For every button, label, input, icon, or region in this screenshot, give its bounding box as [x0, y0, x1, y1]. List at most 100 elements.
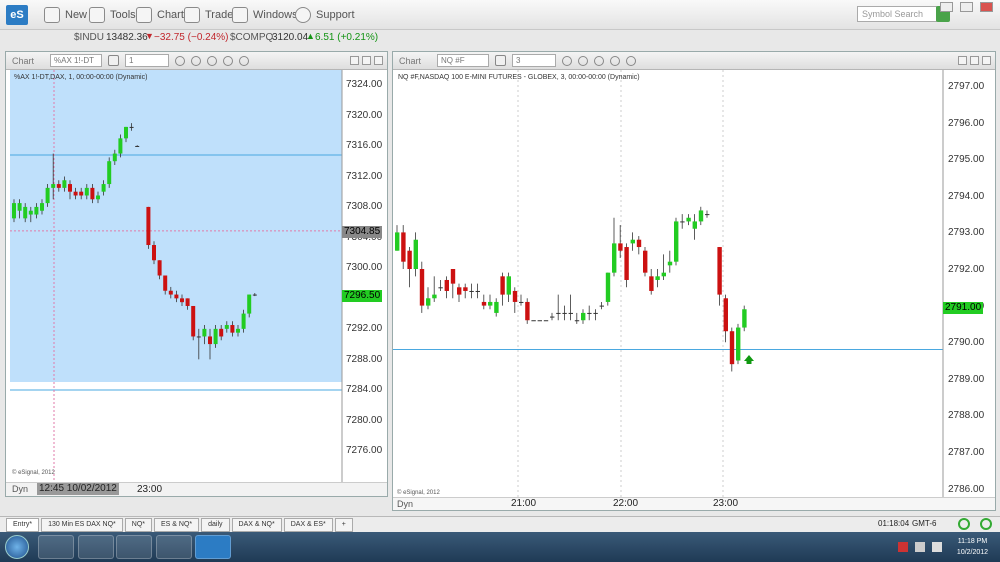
indu-last: 13482.36: [106, 32, 148, 43]
price-axis-label: 2793.00: [948, 227, 985, 239]
candle-body: [444, 279, 449, 291]
minimize-button[interactable]: [940, 2, 953, 12]
candle-body: [661, 272, 666, 277]
candle-body: [494, 301, 499, 313]
candle-body: [395, 232, 400, 251]
tray-icon[interactable]: [898, 542, 908, 552]
price-chart-nq[interactable]: [393, 70, 995, 510]
tab-130min[interactable]: 130 Min ES DAX NQ*: [41, 517, 123, 532]
tab-nq[interactable]: NQ*: [124, 517, 152, 532]
time-label-2200: 22:00: [613, 498, 639, 509]
cursor-icon[interactable]: [610, 55, 621, 66]
windows-button[interactable]: Windows: [232, 6, 298, 24]
candle-body: [146, 206, 151, 246]
price-axis-label: 7280.00: [346, 414, 383, 426]
chart-window-buttons: [350, 56, 383, 65]
candle-body: [680, 221, 685, 223]
link-icon[interactable]: [108, 55, 120, 66]
start-button[interactable]: [5, 535, 29, 559]
price-axis-label: 2786.00: [948, 483, 985, 495]
clock-icon[interactable]: [594, 55, 605, 66]
candle-body: [612, 243, 617, 273]
candle-body: [674, 221, 679, 262]
clock-icon[interactable]: [207, 55, 218, 66]
candle-body: [531, 320, 536, 322]
symbol-field[interactable]: NQ #F: [437, 54, 490, 67]
candle-body: [202, 328, 207, 337]
dyn-label[interactable]: Dyn: [12, 484, 28, 494]
candle-body: [717, 247, 722, 295]
trade-button[interactable]: Trade: [184, 6, 233, 24]
time-label-2100: 21:00: [511, 498, 537, 509]
minus-circle-icon[interactable]: [578, 55, 589, 66]
folder-icon[interactable]: [78, 535, 114, 559]
minimize-icon[interactable]: [350, 56, 359, 65]
maximize-icon[interactable]: [362, 56, 371, 65]
candle-body: [481, 301, 487, 306]
close-button[interactable]: [980, 2, 993, 12]
add-tab-button[interactable]: +: [334, 517, 353, 532]
candle-body: [180, 298, 184, 303]
tab-dax-es[interactable]: DAX & ES*: [283, 517, 333, 532]
dyn-label[interactable]: Dyn: [397, 499, 413, 509]
close-icon[interactable]: [374, 56, 383, 65]
candle-body: [643, 250, 648, 273]
volume-icon[interactable]: [932, 542, 942, 552]
indu-symbol[interactable]: $INDU: [74, 32, 104, 43]
close-icon[interactable]: [982, 56, 991, 65]
maximize-button[interactable]: [960, 2, 973, 12]
main-toolbar: eS New Tools Chart Trade Windows Support…: [0, 0, 1000, 30]
connection-icon[interactable]: [980, 518, 992, 530]
pencil-icon[interactable]: [562, 55, 573, 66]
tab-es-nq[interactable]: ES & NQ*: [154, 517, 200, 532]
candle-body: [537, 320, 542, 322]
candle-body: [438, 287, 443, 289]
symbol-field[interactable]: %AX 1!-DT: [50, 54, 103, 67]
new-button[interactable]: New: [44, 6, 87, 24]
candle-body: [450, 269, 456, 284]
tools-button[interactable]: Tools: [89, 6, 136, 24]
cursor-icon[interactable]: [223, 55, 234, 66]
taskbar-clock[interactable]: 11:18 PM 10/2/2012: [950, 536, 995, 558]
price-axis-label: 2796.00: [948, 117, 985, 129]
minimize-icon[interactable]: [958, 56, 967, 65]
chart-label: Chart: [12, 55, 35, 66]
chain-icon[interactable]: [626, 55, 637, 66]
chart-button[interactable]: Chart: [136, 6, 184, 24]
network-app-icon[interactable]: [156, 535, 192, 559]
candle-body: [28, 210, 33, 215]
support-button[interactable]: Support: [295, 6, 355, 24]
time-label-2300: 23:00: [713, 498, 739, 509]
last-price-tag: 7296.50: [342, 290, 383, 302]
symbol-search-input[interactable]: Symbol Search: [857, 6, 937, 22]
link-icon[interactable]: [495, 55, 507, 66]
price-axis-label: 7308.00: [346, 201, 383, 212]
media-icon[interactable]: [116, 535, 152, 559]
candle-body: [630, 239, 635, 244]
interval-field[interactable]: 1: [125, 54, 170, 67]
candle-body: [705, 214, 710, 216]
price-axis-label: 2789.00: [948, 373, 985, 385]
pencil-icon[interactable]: [175, 55, 186, 66]
status-zone: GMT-6: [912, 519, 937, 528]
up-arrow-icon: ▲: [306, 31, 315, 41]
candle-body: [185, 298, 190, 306]
ie-icon[interactable]: [38, 535, 74, 559]
esignal-logo[interactable]: eS: [6, 5, 28, 25]
compq-symbol[interactable]: $COMPQ: [230, 32, 273, 43]
tab-entry[interactable]: Entry*: [6, 517, 40, 532]
minus-circle-icon[interactable]: [191, 55, 202, 66]
refresh-icon[interactable]: [958, 518, 970, 530]
price-chart-dax[interactable]: [6, 70, 387, 496]
candle-body: [723, 298, 728, 332]
tab-dax-nq[interactable]: DAX & NQ*: [231, 517, 282, 532]
tab-daily[interactable]: daily: [201, 517, 230, 532]
candle-body: [163, 275, 168, 291]
esignal-taskbar-icon[interactable]: [195, 535, 231, 559]
interval-field[interactable]: 3: [512, 54, 557, 67]
maximize-icon[interactable]: [970, 56, 979, 65]
chain-icon[interactable]: [239, 55, 250, 66]
candle-body: [84, 187, 89, 196]
candle-body: [562, 312, 567, 314]
network-icon[interactable]: [915, 542, 925, 552]
